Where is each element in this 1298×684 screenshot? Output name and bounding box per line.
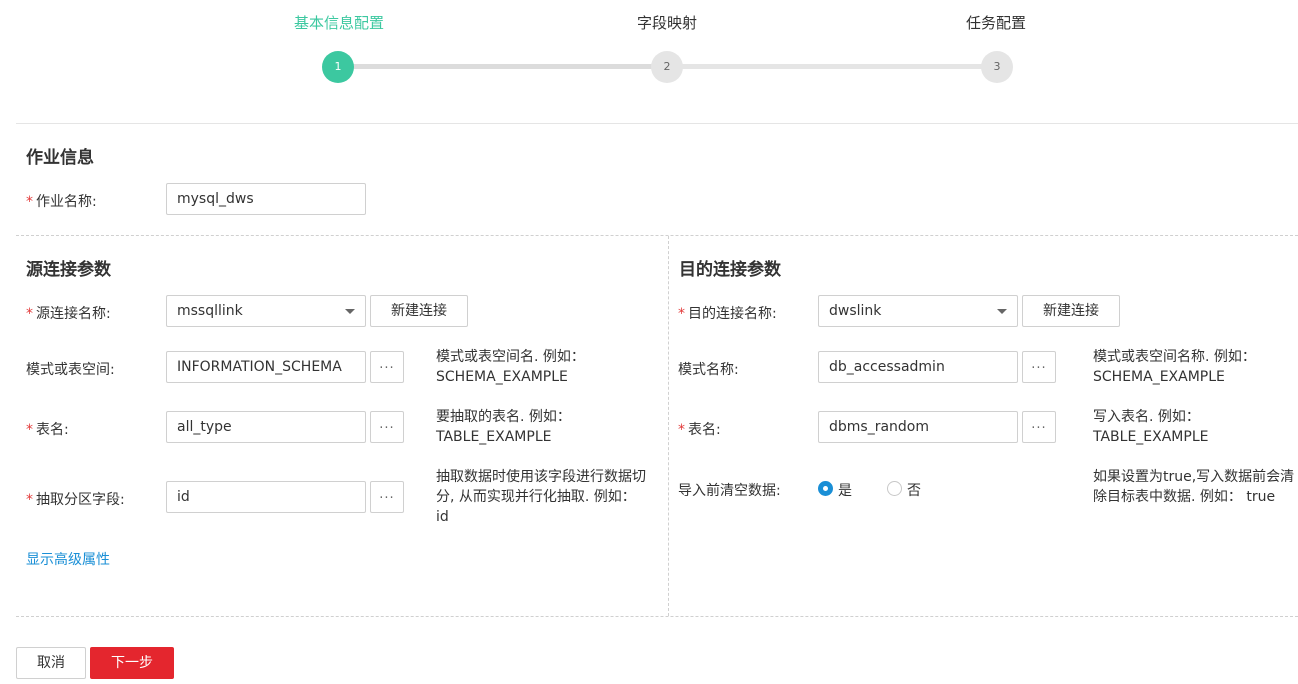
source-table-hint: 要抽取的表名. 例如： TABLE_EXAMPLE [436, 407, 656, 447]
source-partition-browse-button[interactable]: ... [370, 481, 404, 513]
destination-table-label: * 表名: [678, 419, 721, 439]
source-link-label: * 源连接名称: [26, 303, 111, 323]
destination-table-browse-button[interactable]: ... [1022, 411, 1056, 443]
hint-line: TABLE_EXAMPLE [1093, 429, 1209, 445]
required-mark: * [26, 306, 33, 322]
step-label-2: 字段映射 [636, 14, 698, 32]
hint-line: 除目标表中数据. 例如： true [1093, 489, 1276, 505]
source-table-input[interactable]: all_type [166, 411, 366, 443]
required-mark: * [26, 492, 33, 508]
step-label-1: 基本信息配置 [293, 14, 385, 32]
destination-schema-browse-button[interactable]: ... [1022, 351, 1056, 383]
hint-line: 分, 从而实现并行化抽取. 例如： [436, 489, 636, 505]
source-link-value: mssqllink [177, 303, 243, 319]
destination-table-label-text: 表名: [688, 422, 721, 438]
step-dot-3: 3 [981, 51, 1013, 83]
step-dot-2: 2 [651, 51, 683, 83]
destination-table-hint: 写入表名. 例如： TABLE_EXAMPLE [1093, 407, 1293, 447]
destination-schema-input[interactable]: db_accessadmin [818, 351, 1018, 383]
hint-line: TABLE_EXAMPLE [436, 429, 552, 445]
source-schema-label: 模式或表空间: [26, 362, 115, 378]
destination-schema-label: 模式名称: [678, 362, 739, 378]
clear-no-label[interactable]: 否 [907, 480, 921, 500]
hint-line: 要抽取的表名. 例如： [436, 409, 571, 425]
hint-line: 模式或表空间名称. 例如： [1093, 349, 1256, 365]
source-link-select[interactable]: mssqllink [166, 295, 366, 327]
destination-title: 目的连接参数 [679, 260, 781, 280]
job-info-title: 作业信息 [26, 148, 94, 168]
required-mark: * [26, 422, 33, 438]
chevron-down-icon [345, 309, 355, 314]
step-label-3: 任务配置 [965, 14, 1027, 32]
show-advanced-link[interactable]: 显示高级属性 [26, 549, 110, 569]
clear-no-radio[interactable] [887, 481, 902, 496]
required-mark: * [678, 306, 685, 322]
hint-line: 抽取数据时使用该字段进行数据切 [436, 469, 646, 485]
source-partition-label-text: 抽取分区字段: [36, 492, 125, 508]
destination-new-link-button[interactable]: 新建连接 [1022, 295, 1120, 327]
job-name-label: * 作业名称: [26, 191, 97, 211]
destination-table-input[interactable]: dbms_random [818, 411, 1018, 443]
next-button[interactable]: 下一步 [90, 647, 174, 679]
source-link-label-text: 源连接名称: [36, 306, 111, 322]
section-divider-top [16, 235, 1298, 236]
source-partition-hint: 抽取数据时使用该字段进行数据切 分, 从而实现并行化抽取. 例如： id [436, 467, 661, 527]
required-mark: * [26, 194, 33, 210]
destination-link-value: dwslink [829, 303, 882, 319]
source-table-label-text: 表名: [36, 422, 69, 438]
source-partition-label: * 抽取分区字段: [26, 489, 125, 509]
clear-yes-label[interactable]: 是 [838, 480, 852, 500]
source-table-browse-button[interactable]: ... [370, 411, 404, 443]
job-name-label-text: 作业名称: [36, 194, 97, 210]
source-table-label: * 表名: [26, 419, 69, 439]
source-new-link-button[interactable]: 新建连接 [370, 295, 468, 327]
destination-clear-label: 导入前清空数据: [678, 483, 781, 499]
source-schema-browse-button[interactable]: ... [370, 351, 404, 383]
step-track-2 [667, 64, 996, 69]
clear-yes-radio[interactable] [818, 481, 833, 496]
source-partition-input[interactable]: id [166, 481, 366, 513]
hint-line: SCHEMA_EXAMPLE [1093, 369, 1225, 385]
job-name-input[interactable]: mysql_dws [166, 183, 366, 215]
section-divider-vertical [668, 236, 669, 616]
destination-clear-hint: 如果设置为true,写入数据前会清 除目标表中数据. 例如： true [1093, 467, 1298, 507]
header-divider [16, 123, 1298, 124]
hint-line: 写入表名. 例如： [1093, 409, 1200, 425]
cancel-button[interactable]: 取消 [16, 647, 86, 679]
hint-line: 如果设置为true,写入数据前会清 [1093, 469, 1295, 485]
hint-line: 模式或表空间名. 例如： [436, 349, 585, 365]
destination-link-label: * 目的连接名称: [678, 303, 777, 323]
source-title: 源连接参数 [26, 260, 111, 280]
chevron-down-icon [997, 309, 1007, 314]
hint-line: SCHEMA_EXAMPLE [436, 369, 568, 385]
step-track-1 [339, 64, 667, 69]
destination-link-select[interactable]: dwslink [818, 295, 1018, 327]
required-mark: * [678, 422, 685, 438]
section-divider-bottom [16, 616, 1298, 617]
hint-line: id [436, 509, 449, 525]
destination-link-label-text: 目的连接名称: [688, 306, 777, 322]
source-schema-hint: 模式或表空间名. 例如： SCHEMA_EXAMPLE [436, 347, 656, 387]
step-dot-1: 1 [322, 51, 354, 83]
destination-schema-hint: 模式或表空间名称. 例如： SCHEMA_EXAMPLE [1093, 347, 1293, 387]
source-schema-input[interactable]: INFORMATION_SCHEMA [166, 351, 366, 383]
